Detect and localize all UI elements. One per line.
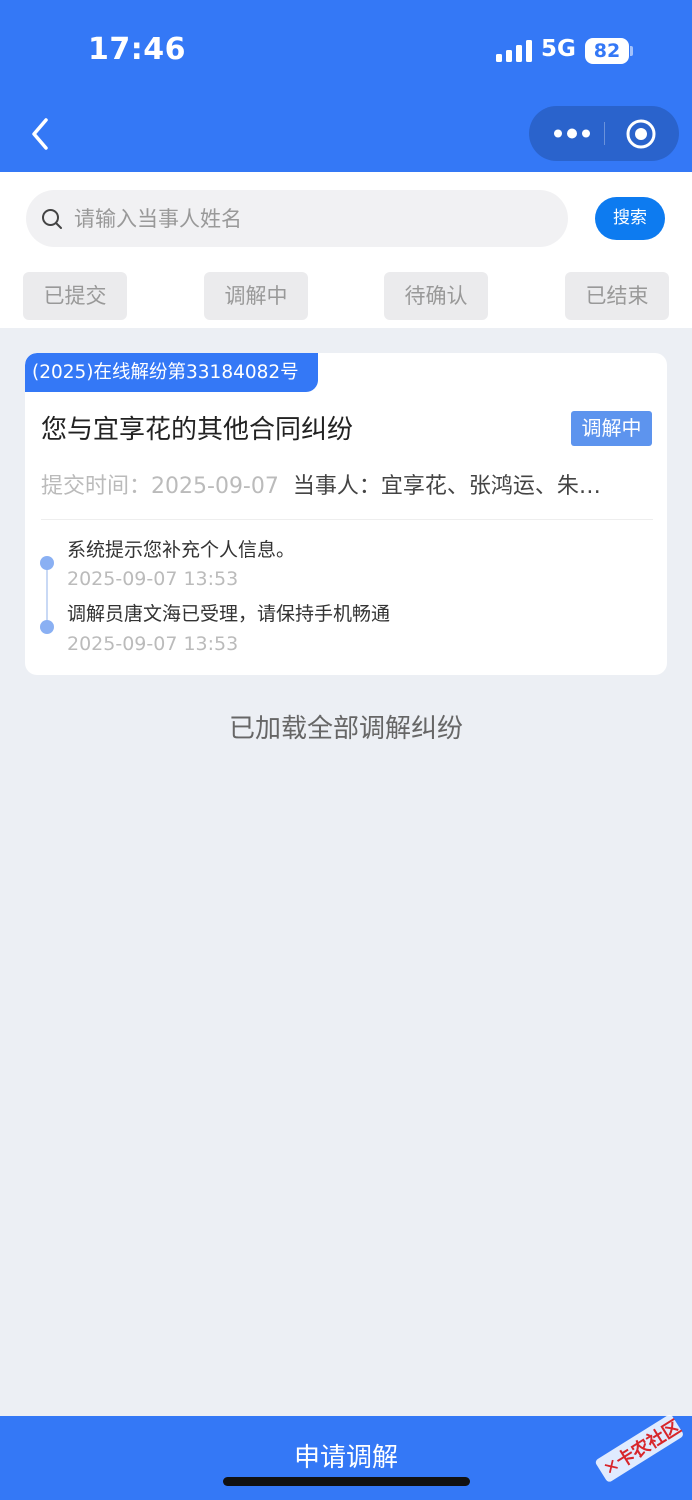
status-badge: 调解中 bbox=[571, 411, 652, 446]
tab-submitted[interactable]: 已提交 bbox=[23, 272, 127, 320]
case-card[interactable]: (2025)在线解纷第33184082号 您与宜享花的其他合同纠纷 调解中 提交… bbox=[25, 353, 667, 675]
timeline-item-time: 2025-09-07 13:53 bbox=[67, 568, 239, 590]
search-section: 搜索 已提交 调解中 待确认 已结束 bbox=[0, 172, 692, 328]
status-tabs: 已提交 调解中 待确认 已结束 bbox=[0, 272, 692, 320]
more-dots-icon bbox=[554, 128, 590, 139]
close-mini-program-button[interactable] bbox=[625, 118, 657, 150]
battery-tip bbox=[630, 46, 633, 56]
capsule-divider bbox=[604, 122, 605, 145]
watermark-logo: ✕卡农社区 bbox=[590, 1410, 686, 1486]
mini-program-capsule bbox=[529, 106, 679, 161]
timeline-dot bbox=[40, 556, 54, 570]
status-time: 17:46 bbox=[88, 32, 186, 67]
case-title: 您与宜享花的其他合同纠纷 bbox=[41, 415, 354, 445]
more-button[interactable] bbox=[549, 106, 595, 161]
tab-pending-confirmation[interactable]: 待确认 bbox=[384, 272, 488, 320]
case-meta: 提交时间：2025-09-07 当事人：宜享花、张鸿运、朱… bbox=[41, 468, 653, 500]
parties-label: 当事人： bbox=[292, 474, 381, 499]
parties-value: 宜享花、张鸿运、朱… bbox=[380, 474, 601, 499]
submit-time-value: 2025-09-07 bbox=[151, 474, 279, 499]
timeline-dot bbox=[40, 620, 54, 634]
signal-icon bbox=[496, 40, 532, 62]
tab-finished[interactable]: 已结束 bbox=[565, 272, 669, 320]
timeline-item-text: 调解员唐文海已受理，请保持手机畅通 bbox=[67, 603, 391, 625]
search-box[interactable] bbox=[26, 190, 568, 247]
target-circle-icon bbox=[626, 119, 656, 149]
header-bar: 17:46 5G 82 bbox=[0, 0, 692, 172]
timeline-item-text: 系统提示您补充个人信息。 bbox=[67, 539, 296, 561]
chevron-left-icon bbox=[32, 118, 48, 150]
home-indicator bbox=[223, 1477, 470, 1486]
search-icon bbox=[42, 209, 62, 229]
svg-text:✕卡农社区: ✕卡农社区 bbox=[599, 1415, 685, 1480]
network-type: 5G bbox=[541, 36, 576, 62]
watermark-logo-icon: ✕卡农社区 bbox=[595, 1414, 685, 1482]
tab-mediating[interactable]: 调解中 bbox=[204, 272, 308, 320]
back-button[interactable] bbox=[24, 114, 64, 154]
timeline-line bbox=[46, 563, 48, 627]
battery-icon: 82 bbox=[585, 38, 629, 64]
timeline-item-time: 2025-09-07 13:53 bbox=[67, 633, 239, 655]
submit-time-label: 提交时间： bbox=[41, 474, 152, 499]
card-divider bbox=[41, 519, 653, 520]
apply-mediation-button[interactable]: 申请调解 bbox=[0, 1416, 692, 1500]
case-number: (2025)在线解纷第33184082号 bbox=[25, 353, 318, 392]
search-input[interactable] bbox=[74, 190, 554, 247]
search-button[interactable]: 搜索 bbox=[595, 197, 665, 240]
list-end-text: 已加载全部调解纠纷 bbox=[228, 714, 463, 744]
